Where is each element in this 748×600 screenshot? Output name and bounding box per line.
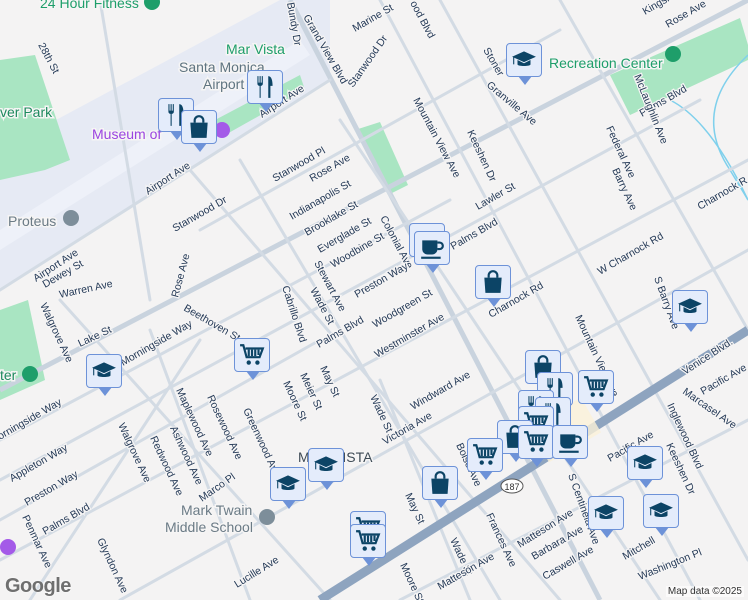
street-label: Washington Pl bbox=[637, 546, 704, 582]
shopping-cart-icon bbox=[239, 342, 265, 368]
street-label: Charnock R bbox=[696, 174, 748, 212]
proteus-pin-icon[interactable] bbox=[63, 210, 79, 226]
school-marker[interactable] bbox=[270, 467, 306, 509]
school-marker[interactable] bbox=[308, 448, 344, 490]
street-label: Preston Way bbox=[353, 260, 411, 301]
street-label: Stanwood Dr bbox=[346, 33, 391, 90]
map-attribution[interactable]: Map data ©2025 bbox=[665, 586, 744, 597]
shopping-cart-icon bbox=[583, 374, 609, 400]
camera-pin-icon[interactable] bbox=[0, 539, 16, 555]
map-canvas[interactable]: 24 Hour Fitness Santa Monica Airport Mus… bbox=[0, 0, 748, 600]
school-marker[interactable] bbox=[643, 494, 679, 536]
shopping-cart-icon bbox=[472, 442, 498, 468]
school-pin-icon[interactable] bbox=[259, 509, 275, 525]
shopping-marker[interactable] bbox=[181, 110, 217, 152]
poi-label-center[interactable]: ter bbox=[0, 366, 18, 385]
street-label: May St bbox=[317, 364, 342, 399]
school-marker[interactable] bbox=[506, 43, 542, 85]
graduation-cap-icon bbox=[677, 294, 703, 320]
grocery-marker[interactable] bbox=[350, 524, 386, 566]
street-label: Warren Ave bbox=[58, 278, 114, 301]
grocery-marker[interactable] bbox=[234, 338, 270, 380]
poi-label-park[interactable]: ver Park bbox=[0, 103, 55, 122]
school-marker[interactable] bbox=[588, 496, 624, 538]
shopping-cart-icon bbox=[523, 429, 549, 455]
street-label: Pacific Ave bbox=[699, 362, 748, 398]
shopping-bag-icon bbox=[427, 470, 453, 496]
poi-label-airport-2[interactable]: Airport bbox=[202, 75, 246, 94]
shopping-bag-icon bbox=[186, 114, 212, 140]
street-label: Kingsl bbox=[641, 0, 672, 18]
graduation-cap-icon bbox=[511, 47, 537, 73]
route-number: 187 bbox=[504, 482, 519, 492]
poi-label-rec-1[interactable]: Mar Vista bbox=[225, 40, 287, 59]
poi-label-rec-2[interactable]: Recreation Center bbox=[548, 54, 665, 73]
graduation-cap-icon bbox=[313, 452, 339, 478]
street-label: Mitchell bbox=[621, 534, 658, 562]
graduation-cap-icon bbox=[632, 450, 658, 476]
shopping-cart-icon bbox=[355, 528, 381, 554]
shopping-marker[interactable] bbox=[422, 466, 458, 508]
grocery-marker[interactable] bbox=[467, 438, 503, 480]
cafe-marker[interactable] bbox=[414, 231, 450, 273]
google-logo[interactable]: Google bbox=[5, 575, 71, 598]
street-label: Lake St bbox=[76, 324, 113, 350]
poi-label-museum[interactable]: Museum of bbox=[91, 125, 163, 144]
fitness-pin-icon[interactable] bbox=[144, 0, 160, 10]
restaurant-marker[interactable] bbox=[247, 70, 283, 112]
poi-label-school-2[interactable]: Middle School bbox=[164, 518, 255, 537]
shopping-marker[interactable] bbox=[475, 265, 511, 307]
street-label: Windward Ave bbox=[409, 369, 473, 413]
coffee-cup-icon bbox=[557, 429, 583, 455]
rec-center-pin-icon[interactable] bbox=[665, 46, 681, 62]
center-pin-icon[interactable] bbox=[22, 366, 38, 382]
school-marker[interactable] bbox=[672, 290, 708, 332]
graduation-cap-icon bbox=[275, 471, 301, 497]
poi-label-24-hour-fitness[interactable]: 24 Hour Fitness bbox=[39, 0, 141, 13]
school-marker[interactable] bbox=[86, 354, 122, 396]
graduation-cap-icon bbox=[593, 500, 619, 526]
shopping-bag-icon bbox=[480, 269, 506, 295]
cafe-marker[interactable] bbox=[552, 425, 588, 467]
graduation-cap-icon bbox=[91, 358, 117, 384]
street-label: Glyndon Ave bbox=[94, 536, 130, 595]
utensils-icon bbox=[252, 74, 278, 100]
grocery-marker[interactable] bbox=[578, 370, 614, 412]
street-label: orningside Way bbox=[0, 396, 64, 443]
poi-label-school-1[interactable]: Mark Twain bbox=[180, 501, 254, 520]
school-marker[interactable] bbox=[627, 446, 663, 488]
graduation-cap-icon bbox=[648, 498, 674, 524]
poi-label-proteus[interactable]: Proteus bbox=[7, 212, 58, 231]
coffee-cup-icon bbox=[419, 235, 445, 261]
street-label: Moore St bbox=[397, 561, 426, 600]
street-label: ood Blvd bbox=[407, 0, 437, 41]
grocery-marker[interactable] bbox=[518, 425, 554, 467]
